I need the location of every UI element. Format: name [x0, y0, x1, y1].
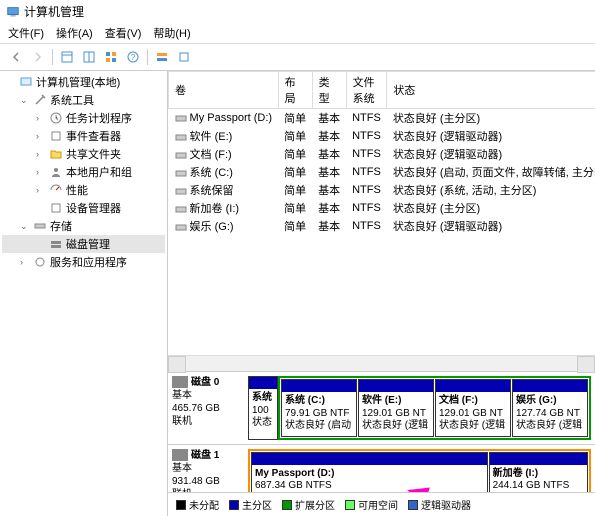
column-header[interactable]: 文件系统 — [346, 72, 387, 109]
volume-row[interactable]: 系统 (C:)简单基本NTFS状态良好 (启动, 页面文件, 故障转储, 主分区… — [169, 163, 595, 181]
swatch-icon — [345, 500, 355, 510]
expander-icon[interactable]: › — [36, 149, 46, 159]
menubar: 文件(F) 操作(A) 查看(V) 帮助(H) — [0, 23, 595, 44]
disk-0-info: 磁盘 0 基本 465.76 GB 联机 — [172, 376, 244, 440]
view-button-1[interactable] — [57, 47, 77, 67]
tree-root[interactable]: 计算机管理(本地) — [2, 73, 165, 91]
disk-1-row[interactable]: 磁盘 1 基本 931.48 GB 联机 My Passport (D:)687… — [168, 445, 595, 493]
partition-d[interactable]: My Passport (D:)687.34 GB NTFS状态良好 (主分区) — [251, 452, 488, 493]
column-header[interactable]: 状态 — [387, 72, 595, 109]
toolbar: ? — [0, 44, 595, 71]
expander-icon[interactable]: ⌄ — [20, 221, 30, 232]
window-title: 计算机管理 — [24, 3, 84, 20]
event-icon — [49, 129, 63, 143]
horizontal-scrollbar[interactable] — [168, 355, 595, 371]
menu-view[interactable]: 查看(V) — [105, 25, 142, 41]
disk-map: 磁盘 0 基本 465.76 GB 联机 系统 100 状态 系 — [168, 371, 595, 492]
volume-list[interactable]: 卷布局类型文件系统状态容量可 My Passport (D:)简单基本NTFS状… — [168, 71, 595, 235]
partition-g[interactable]: 娱乐 (G:)127.74 GB NT状态良好 (逻辑 — [512, 379, 588, 437]
view-button-2[interactable] — [79, 47, 99, 67]
column-header[interactable]: 类型 — [312, 72, 346, 109]
menu-file[interactable]: 文件(F) — [8, 25, 44, 41]
volume-row[interactable]: 软件 (E:)简单基本NTFS状态良好 (逻辑驱动器)129.01 GB10 — [169, 127, 595, 145]
disk-0-row[interactable]: 磁盘 0 基本 465.76 GB 联机 系统 100 状态 系 — [168, 372, 595, 445]
menu-help[interactable]: 帮助(H) — [153, 25, 190, 41]
titlebar: 计算机管理 — [0, 0, 595, 23]
expander-icon[interactable]: › — [36, 131, 46, 141]
storage-icon — [33, 219, 47, 233]
folder-icon — [49, 147, 63, 161]
tree-shared-folders[interactable]: ›共享文件夹 — [2, 145, 165, 163]
tools-icon — [33, 93, 47, 107]
device-icon — [49, 201, 63, 215]
disk-icon — [172, 449, 188, 461]
partition-bar — [359, 380, 433, 392]
tree-task-scheduler[interactable]: ›任务计划程序 — [2, 109, 165, 127]
legend: 未分配 主分区 扩展分区 可用空间 逻辑驱动器 — [168, 492, 595, 516]
svg-text:?: ? — [131, 53, 136, 62]
legend-primary: 主分区 — [229, 497, 272, 512]
partition-bar — [252, 453, 487, 465]
tree-performance[interactable]: ›性能 — [2, 181, 165, 199]
tree-local-users[interactable]: ›本地用户和组 — [2, 163, 165, 181]
services-icon — [33, 255, 47, 269]
legend-free: 可用空间 — [345, 497, 398, 512]
tree-pane[interactable]: 计算机管理(本地) ⌄系统工具 ›任务计划程序 ›事件查看器 ›共享文件夹 ›本… — [0, 71, 168, 516]
legend-unallocated: 未分配 — [176, 497, 219, 512]
forward-button[interactable] — [28, 47, 48, 67]
partition-c[interactable]: 系统 (C:)79.91 GB NTF状态良好 (启动 — [281, 379, 357, 437]
disk-icon — [172, 376, 188, 388]
partition-i[interactable]: 新加卷 (I:)244.14 GB NTFS状态良好 (主分区) — [489, 452, 588, 493]
tree-system-tools[interactable]: ⌄系统工具 — [2, 91, 165, 109]
disk-0-partition-group: 系统 (C:)79.91 GB NTF状态良好 (启动 软件 (E:)129.0… — [278, 376, 591, 440]
refresh-button[interactable] — [101, 47, 121, 67]
column-header[interactable]: 卷 — [169, 72, 279, 109]
expander-icon[interactable]: › — [20, 257, 30, 267]
legend-extended: 扩展分区 — [282, 497, 335, 512]
volume-row[interactable]: 文档 (F:)简单基本NTFS状态良好 (逻辑驱动器)129.01 GB23 — [169, 145, 595, 163]
partition-e[interactable]: 软件 (E:)129.01 GB NT状态良好 (逻辑 — [358, 379, 434, 437]
volume-row[interactable]: My Passport (D:)简单基本NTFS状态良好 (主分区)687.34… — [169, 109, 595, 128]
separator — [147, 49, 148, 65]
volume-row[interactable]: 系统保留简单基本NTFS状态良好 (系统, 活动, 主分区)100 MB65 — [169, 181, 595, 199]
partition-f[interactable]: 文档 (F:)129.01 GB NT状态良好 (逻辑 — [435, 379, 511, 437]
tree-event-viewer[interactable]: ›事件查看器 — [2, 127, 165, 145]
legend-logical: 逻辑驱动器 — [408, 497, 471, 512]
volume-row[interactable]: 娱乐 (G:)简单基本NTFS状态良好 (逻辑驱动器)127.74 GB11 — [169, 217, 595, 235]
tree-services[interactable]: ›服务和应用程序 — [2, 253, 165, 271]
partition-system-reserved[interactable]: 系统 100 状态 — [248, 376, 278, 440]
tree-storage[interactable]: ⌄存储 — [2, 217, 165, 235]
column-header[interactable]: 布局 — [278, 72, 312, 109]
partition-bar — [436, 380, 510, 392]
swatch-icon — [282, 500, 292, 510]
partition-bar — [282, 380, 356, 392]
back-button[interactable] — [6, 47, 26, 67]
preview-button[interactable] — [152, 47, 172, 67]
separator — [52, 49, 53, 65]
partition-bar — [249, 377, 277, 389]
partition-bar — [513, 380, 587, 392]
perf-icon — [49, 183, 63, 197]
help-button[interactable]: ? — [123, 47, 143, 67]
disk-icon — [49, 237, 63, 251]
menu-action[interactable]: 操作(A) — [56, 25, 93, 41]
tree-device-manager[interactable]: 设备管理器 — [2, 199, 165, 217]
swatch-icon — [229, 500, 239, 510]
expander-icon[interactable]: ⌄ — [20, 95, 30, 106]
swatch-icon — [408, 500, 418, 510]
computer-icon — [19, 75, 33, 89]
disk-1-info: 磁盘 1 基本 931.48 GB 联机 — [172, 449, 244, 493]
partition-bar — [490, 453, 587, 465]
tree-disk-management[interactable]: 磁盘管理 — [2, 235, 165, 253]
volume-row[interactable]: 新加卷 (I:)简单基本NTFS状态良好 (主分区)244.14 GB24 — [169, 199, 595, 217]
settings-button[interactable] — [174, 47, 194, 67]
expander-icon[interactable]: › — [36, 113, 46, 123]
users-icon — [49, 165, 63, 179]
expander-icon[interactable]: › — [36, 185, 46, 195]
disk-1-partition-group: My Passport (D:)687.34 GB NTFS状态良好 (主分区)… — [248, 449, 591, 493]
computer-management-icon — [6, 5, 20, 19]
swatch-icon — [176, 500, 186, 510]
clock-icon — [49, 111, 63, 125]
expander-icon[interactable]: › — [36, 167, 46, 177]
